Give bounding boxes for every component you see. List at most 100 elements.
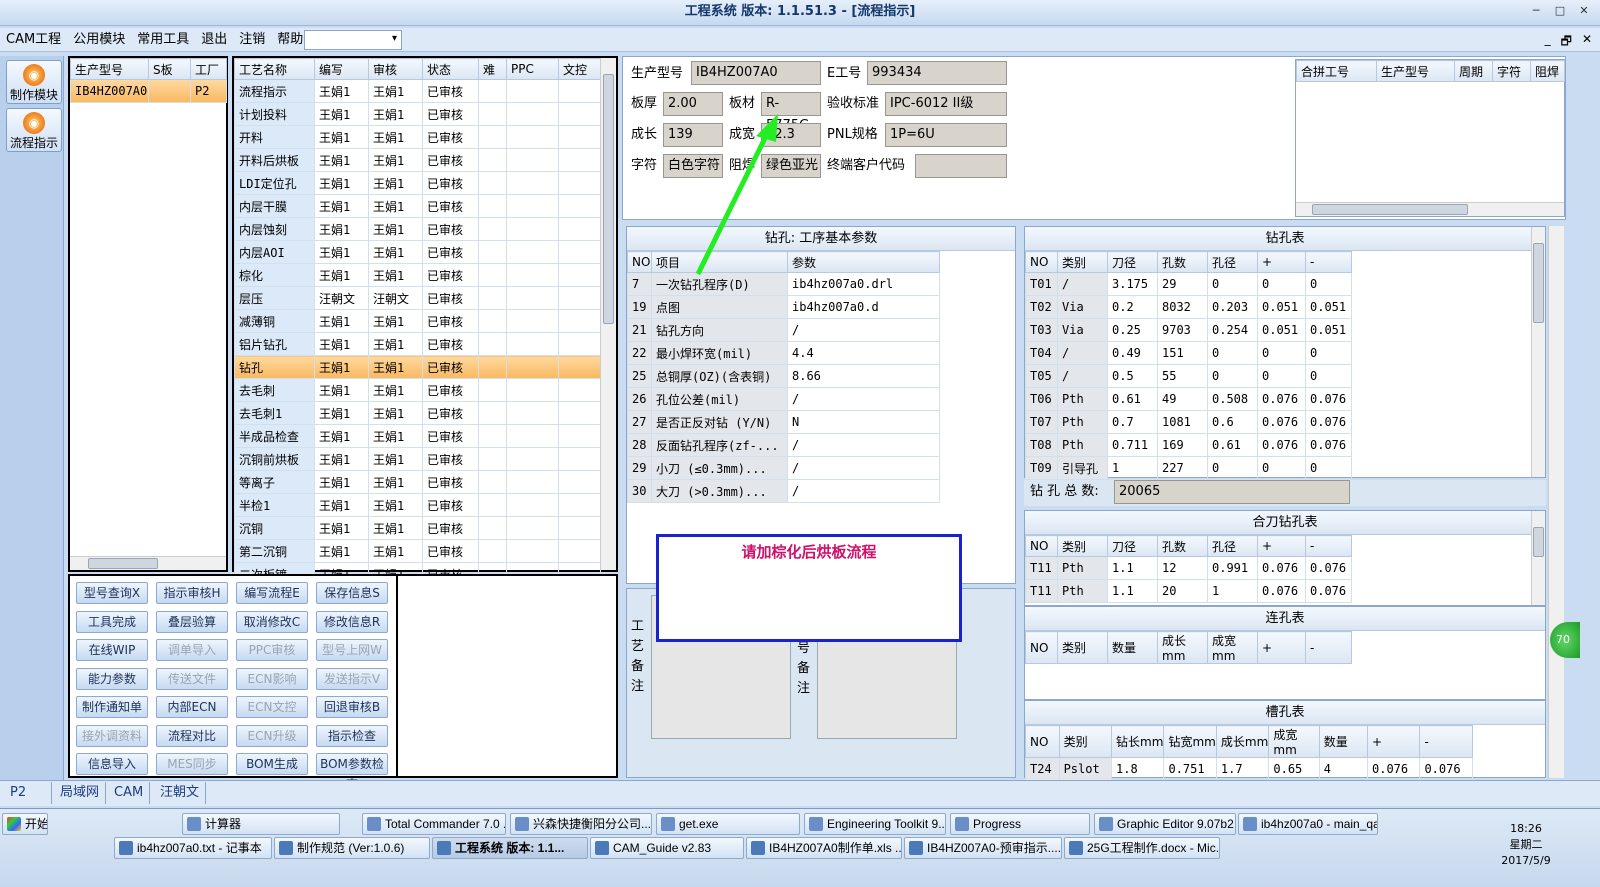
slot-col-4[interactable]: 成长mm (1215, 725, 1270, 758)
drill-params-row[interactable]: 19 点图 ib4hz007a0.d (627, 295, 940, 319)
process-row[interactable]: 内层干膜 王娟1 王娟1 已审核 (234, 194, 601, 218)
drill-params-row[interactable]: 28 反面钻孔程序(zf-... / (627, 433, 940, 457)
pnl-field[interactable]: 1P=6U (885, 123, 1007, 147)
taskbar-item[interactable]: Total Commander 7.0 ... (362, 813, 506, 835)
action-button-27[interactable]: BOM参数检查 (316, 753, 388, 791)
slot-col-7[interactable]: + (1366, 725, 1421, 758)
drill-params-row[interactable]: 27 是否正反对钻 (Y/N) N (627, 410, 940, 434)
action-button-6[interactable]: 取消修改C (236, 610, 308, 633)
action-button-24[interactable]: 信息导入 (76, 753, 148, 775)
action-button-4[interactable]: 工具完成 (76, 610, 148, 633)
process-row[interactable]: 层压 汪朝文 汪朝文 已审核 (234, 286, 601, 310)
menu-exit[interactable]: 退出 (195, 28, 233, 52)
menu-logout[interactable]: 注销 (233, 28, 271, 52)
drill-row[interactable]: T04/0.49 151 0 0 0 (1025, 341, 1352, 365)
process-row[interactable]: 半成品检查 王娟1 王娟1 已审核 (234, 424, 601, 448)
action-button-20[interactable]: 接外调资料 (76, 724, 148, 747)
mdi-close-button[interactable]: ✕ (1582, 32, 1592, 53)
mdi-restore-button[interactable]: 🗗 (1561, 32, 1572, 53)
process-col-0[interactable]: 工艺名称 (234, 58, 315, 80)
link-col-0[interactable]: NO (1025, 631, 1058, 664)
process-col-3[interactable]: 状态 (422, 58, 479, 80)
combo-col-4[interactable]: 孔径 (1207, 535, 1258, 557)
combo-row[interactable]: T11 Pth 1.1 12 0.991 0.076 0.076 (1025, 556, 1352, 580)
taskbar-item[interactable]: ib4hz007a0.txt - 记事本 (114, 837, 272, 859)
slot-col-5[interactable]: 成宽mm (1268, 725, 1320, 758)
process-row[interactable]: 半检1 王娟1 王娟1 已审核 (234, 493, 601, 517)
process-row[interactable]: 沉铜前烘板 王娟1 王娟1 已审核 (234, 447, 601, 471)
action-button-8[interactable]: 在线WIP (76, 639, 148, 661)
tab-p2[interactable]: P2 (4, 782, 52, 804)
action-button-2[interactable]: 编写流程E (236, 582, 308, 604)
slot-col-0[interactable]: NO (1025, 725, 1060, 758)
drill-params-row[interactable]: 30 大刀 (>0.3mm)... / (627, 479, 940, 503)
process-vscroll[interactable] (600, 58, 616, 570)
combo-row[interactable]: T11 Pth 1.1 20 1 0.076 0.076 (1025, 579, 1352, 603)
action-button-25[interactable]: MES同步 (156, 753, 228, 775)
minimize-button[interactable]: ─ (1526, 2, 1546, 20)
merge-col-4[interactable]: 阻焊 (1530, 60, 1565, 82)
drill-col-0[interactable]: NO (1025, 251, 1058, 273)
tab-cam[interactable]: CAM (108, 782, 151, 804)
taskbar-item[interactable]: 兴森快捷衡阳分公司... (510, 813, 652, 835)
process-vscroll-thumb[interactable] (603, 74, 614, 324)
taskbar-item[interactable]: 制作规范 (Ver:1.0.6) (274, 837, 430, 859)
action-button-10[interactable]: PPC审核 (236, 639, 308, 661)
action-button-1[interactable]: 指示审核H (156, 582, 228, 604)
drill-params-row[interactable]: 25 总铜厚(OZ)(含表铜) 8.66 (627, 364, 940, 388)
process-row[interactable]: 内层AOI 王娟1 王娟1 已审核 (234, 240, 601, 264)
slot-col-2[interactable]: 钻长mm (1111, 725, 1165, 758)
taskbar-item[interactable]: IB4HZ007A0制作单.xls ... (746, 837, 902, 859)
slot-col-3[interactable]: 钻宽mm (1163, 725, 1217, 758)
taskbar-item[interactable]: get.exe (656, 813, 800, 835)
slot-col-8[interactable]: - (1419, 725, 1473, 758)
process-col-6[interactable]: 文控 (558, 58, 601, 80)
tab-lan[interactable]: 局域网 (54, 782, 107, 804)
process-col-5[interactable]: PPC (506, 58, 559, 80)
drill-row[interactable]: T05/0.5 55 0 0 0 (1025, 364, 1352, 388)
speed-badge[interactable]: 70 (1550, 622, 1580, 658)
process-row[interactable]: 去毛刺1 王娟1 王娟1 已审核 (234, 401, 601, 425)
process-row[interactable]: 开料后烘板 王娟1 王娟1 已审核 (234, 148, 601, 172)
taskbar-item[interactable]: Progress (950, 813, 1090, 835)
close-button[interactable]: ✕ (1574, 2, 1594, 20)
action-button-15[interactable]: 发送指示V (316, 667, 388, 690)
process-col-2[interactable]: 审核 (368, 58, 423, 80)
combo-col-0[interactable]: NO (1025, 535, 1058, 557)
model-field[interactable]: IB4HZ007A0 (691, 61, 821, 85)
link-col-3[interactable]: 成长mm (1157, 631, 1208, 664)
drill-params-row[interactable]: 29 小刀 (≤0.3mm)... / (627, 456, 940, 480)
process-row[interactable]: 开料 王娟1 王娟1 已审核 (234, 125, 601, 149)
link-col-2[interactable]: 数量 (1107, 631, 1158, 664)
slot-col-6[interactable]: 数量 (1318, 725, 1369, 758)
drill-params-row[interactable]: 26 孔位公差(mil) / (627, 387, 940, 411)
taskbar-item[interactable]: 25G工程制作.docx - Mic... (1064, 837, 1220, 859)
drill-table-vscroll[interactable] (1531, 227, 1545, 477)
drill-params-row[interactable]: 21 钻孔方向 / (627, 318, 940, 342)
taskbar-item[interactable]: CAM_Guide v2.83 (590, 837, 744, 859)
drill-col-4[interactable]: 孔径 (1207, 251, 1258, 273)
drill-params-row[interactable]: 22 最小焊环宽(mil) 4.4 (627, 341, 940, 365)
action-button-9[interactable]: 调单导入 (156, 639, 228, 661)
link-col-1[interactable]: 类别 (1057, 631, 1108, 664)
combo-col-3[interactable]: 孔数 (1157, 535, 1208, 557)
taskbar-item[interactable]: ib4hz007a0 - main_qa (1238, 813, 1378, 835)
taskbar-item[interactable]: Engineering Toolkit 9.... (804, 813, 946, 835)
combo-table-vscroll-thumb[interactable] (1533, 527, 1544, 557)
action-button-18[interactable]: ECN文控 (236, 696, 308, 718)
process-col-4[interactable]: 难 (478, 58, 507, 80)
drill-row[interactable]: T02 Via 0.2 8032 0.203 0.051 0.051 (1025, 295, 1352, 319)
action-button-7[interactable]: 修改信息R (316, 610, 388, 633)
rail-process-button[interactable]: ◉ 流程指示 (6, 108, 62, 152)
drill-row[interactable]: T06 Pth 0.61 49 0.508 0.076 0.076 (1025, 387, 1352, 411)
tab-user[interactable]: 汪朝文 (154, 782, 207, 804)
models-hscroll[interactable] (70, 556, 226, 570)
drill-col-1[interactable]: 类别 (1057, 251, 1108, 273)
merge-col-3[interactable]: 字符 (1492, 60, 1531, 82)
eno-field[interactable]: 993434 (867, 61, 1007, 85)
drill-total-field[interactable]: 20065 (1114, 480, 1350, 504)
link-col-6[interactable]: - (1305, 631, 1352, 664)
combo-col-5[interactable]: + (1257, 535, 1306, 557)
combo-col-1[interactable]: 类别 (1057, 535, 1108, 557)
link-col-5[interactable]: + (1257, 631, 1306, 664)
